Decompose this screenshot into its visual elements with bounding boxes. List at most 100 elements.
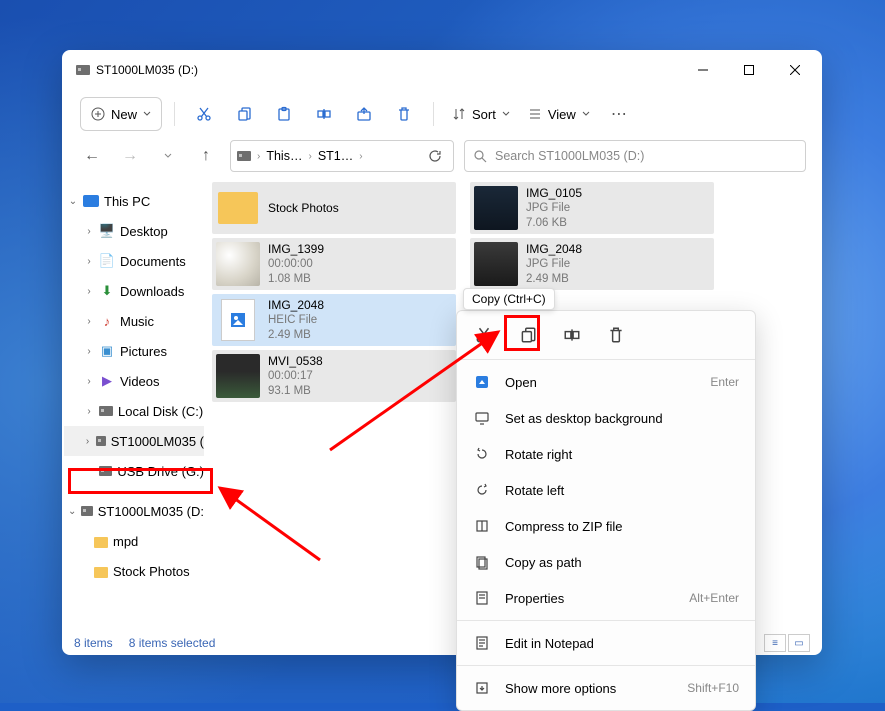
zip-icon [473,517,491,535]
search-input[interactable]: Search ST1000LM035 (D:) [464,140,806,172]
tree-pictures[interactable]: ›▣Pictures [64,336,204,366]
up-button[interactable]: ↑ [192,142,220,170]
file-item[interactable]: IMG_0105JPG File7.06 KB [470,182,714,234]
cut-button[interactable] [187,97,221,131]
tree-videos[interactable]: ›▶Videos [64,366,204,396]
path-icon [473,553,491,571]
tree-music[interactable]: ›♪Music [64,306,204,336]
share-button[interactable] [347,97,381,131]
ctx-cut-button[interactable] [467,318,501,352]
music-icon: ♪ [99,313,115,329]
more-button[interactable]: ⋯ [602,97,636,131]
file-item[interactable]: IMG_2048HEIC File2.49 MB [212,294,456,346]
window-title: ST1000LM035 (D:) [96,63,198,77]
rotate-right-icon [473,445,491,463]
separator [174,102,175,126]
sort-button[interactable]: Sort [446,97,516,131]
properties-icon [473,589,491,607]
more-icon [473,679,491,697]
navigation-pane: ⌄This PC ›🖥️Desktop ›📄Documents ›⬇Downlo… [62,178,204,631]
tree-mpd[interactable]: mpd [64,526,204,556]
view-label: View [548,107,576,122]
search-placeholder: Search ST1000LM035 (D:) [495,149,644,163]
desktop-icon: 🖥️ [99,223,115,239]
rename-button[interactable] [307,97,341,131]
sort-label: Sort [472,107,496,122]
thumbnail-icon [216,354,260,398]
ctx-rotate-right[interactable]: Rotate right [457,436,755,472]
tree-documents[interactable]: ›📄Documents [64,246,204,276]
drive-icon [99,406,113,416]
documents-icon: 📄 [99,253,115,269]
annotation-box-sidebar [68,468,213,494]
drive-icon [96,436,106,446]
maximize-button[interactable] [726,54,772,86]
tree-localdisk[interactable]: ›Local Disk (C:) [64,396,204,426]
ctx-more-options[interactable]: Show more optionsShift+F10 [457,670,755,706]
folder-icon [94,537,108,548]
open-icon [473,373,491,391]
thumbnail-icon [216,242,260,286]
file-item[interactable]: Stock Photos [212,182,456,234]
tree-downloads[interactable]: ›⬇Downloads [64,276,204,306]
new-label: New [111,107,137,122]
toolbar: New Sort View ⋯ [62,90,822,138]
crumb-thispc[interactable]: This… [266,149,302,163]
tree-desktop[interactable]: ›🖥️Desktop [64,216,204,246]
close-button[interactable] [772,54,818,86]
file-item[interactable]: IMG_2048JPG File2.49 MB [470,238,714,290]
view-button[interactable]: View [522,97,596,131]
monitor-icon [83,195,99,207]
navigation-row: ← → ↑ › This… › ST1… › Search ST1000LM03… [62,138,822,178]
divider [457,665,755,666]
drive-icon [237,151,251,161]
tree-st1000-2[interactable]: ⌄ST1000LM035 (D: [64,496,204,526]
delete-button[interactable] [387,97,421,131]
desktop-icon [473,409,491,427]
thumbnail-icon [474,242,518,286]
folder-icon [218,192,258,224]
ctx-delete-button[interactable] [599,318,633,352]
ctx-rotate-left[interactable]: Rotate left [457,472,755,508]
ctx-properties[interactable]: PropertiesAlt+Enter [457,580,755,616]
ctx-set-background[interactable]: Set as desktop background [457,400,755,436]
rotate-left-icon [473,481,491,499]
tree-st1000[interactable]: ›ST1000LM035 ( [64,426,204,456]
file-item[interactable]: MVI_053800:00:1793.1 MB [212,350,456,402]
divider [457,359,755,360]
paste-button[interactable] [267,97,301,131]
recent-button[interactable] [154,142,182,170]
refresh-button[interactable] [423,149,447,163]
minimize-button[interactable] [680,54,726,86]
large-view-button[interactable]: ▭ [788,634,810,652]
thumbnail-icon [474,186,518,230]
address-bar[interactable]: › This… › ST1… › [230,140,454,172]
new-button[interactable]: New [80,97,162,131]
file-item[interactable]: IMG_139900:00:001.08 MB [212,238,456,290]
titlebar: ST1000LM035 (D:) [62,50,822,90]
context-menu: OpenEnter Set as desktop background Rota… [456,310,756,711]
selected-count: 8 items selected [129,636,216,650]
folder-icon [94,567,108,578]
crumb-drive[interactable]: ST1… [318,149,353,163]
videos-icon: ▶ [99,373,115,389]
details-view-button[interactable]: ≡ [764,634,786,652]
tree-thispc[interactable]: ⌄This PC [64,186,204,216]
ctx-compress[interactable]: Compress to ZIP file [457,508,755,544]
ctx-open[interactable]: OpenEnter [457,364,755,400]
downloads-icon: ⬇ [99,283,115,299]
back-button[interactable]: ← [78,142,106,170]
ctx-notepad[interactable]: Edit in Notepad [457,625,755,661]
ctx-rename-button[interactable] [555,318,589,352]
copy-button[interactable] [227,97,261,131]
separator [433,102,434,126]
ctx-copy-path[interactable]: Copy as path [457,544,755,580]
heic-icon [221,299,255,341]
copy-tooltip: Copy (Ctrl+C) [463,288,555,310]
annotation-box-copy [504,315,540,351]
item-count: 8 items [74,636,113,650]
drive-icon [76,65,90,75]
divider [457,620,755,621]
tree-stockphotos[interactable]: Stock Photos [64,556,204,586]
forward-button[interactable]: → [116,142,144,170]
